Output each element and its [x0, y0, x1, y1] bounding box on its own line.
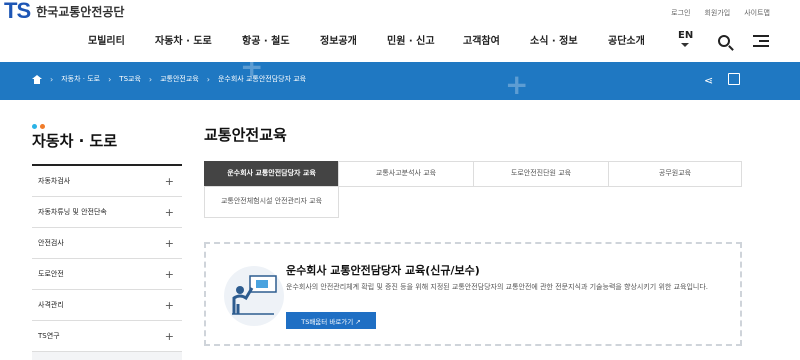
home-icon[interactable] [32, 74, 42, 84]
card-description: 운수회사의 안전관리체계 확립 및 증진 등을 위해 지정된 교통안전담당자의 … [286, 283, 708, 291]
sidebar-item-qualification[interactable]: 사격관리 + [32, 290, 182, 321]
gnb-participation[interactable]: 고객참여 [463, 32, 500, 47]
gnb-air-rail[interactable]: 항공 · 철도 [242, 32, 290, 47]
sidebar-next-item [32, 352, 182, 360]
sitemap-link[interactable]: 사이트맵 [744, 8, 770, 18]
plus-decoration-icon: + [505, 68, 529, 100]
gnb-mobility[interactable]: 모빌리티 [88, 32, 125, 47]
print-icon[interactable] [728, 73, 740, 85]
sidebar-title: 자동차 · 도로 [32, 132, 118, 150]
sidebar-item-label: 안전검사 [38, 239, 64, 247]
breadcrumb-item[interactable]: 교통안전교육 [160, 74, 199, 84]
gnb-info-disclosure[interactable]: 정보공개 [320, 32, 357, 47]
sidebar-item-label: 자동차튜닝 및 안전단속 [38, 208, 107, 216]
gnb-car-road[interactable]: 자동차 · 도로 [155, 32, 212, 47]
search-icon[interactable] [718, 35, 730, 47]
sidebar-item-tuning[interactable]: 자동차튜닝 및 안전단속 + [32, 197, 182, 228]
breadcrumb-item[interactable]: TS교육 [119, 74, 141, 84]
chevron-right-icon: › [108, 74, 112, 84]
title-dots [32, 124, 45, 129]
lecture-icon [224, 266, 284, 326]
sidebar-item-label: 사격관리 [38, 301, 64, 309]
course-card: 운수회사 교통안전담당자 교육(신규/보수) 운수회사의 안전관리체계 확립 및… [204, 242, 742, 346]
plus-icon: + [164, 267, 174, 281]
sidebar-menu: 자동차검사 + 자동차튜닝 및 안전단속 + 안전검사 + 도로안전 + 사격관… [32, 164, 182, 352]
sidebar-item-ts-research[interactable]: TS연구 + [32, 321, 182, 352]
hamburger-menu-icon[interactable] [753, 35, 769, 47]
breadcrumb: › 자동차 · 도로 › TS교육 › 교통안전교육 › 운수회사 교통안전담당… [32, 74, 306, 84]
plus-icon: + [164, 205, 174, 219]
breadcrumb-item[interactable]: 자동차 · 도로 [61, 74, 100, 84]
chevron-right-icon: › [206, 74, 210, 84]
card-title: 운수회사 교통안전담당자 교육(신규/보수) [286, 264, 480, 277]
ts-learning-button[interactable]: TS배움터 바로가기 ↗ [286, 312, 376, 329]
plus-icon: + [164, 298, 174, 312]
sidebar-item-road-safety[interactable]: 도로안전 + [32, 259, 182, 290]
login-link[interactable]: 로그인 [671, 8, 690, 18]
gnb-news[interactable]: 소식 · 정보 [530, 32, 578, 47]
tab-road-safety-diagnosis[interactable]: 도로안전진단원 교육 [473, 161, 609, 187]
breadcrumb-item[interactable]: 운수회사 교통안전담당자 교육 [218, 74, 306, 84]
tab-accident-analyst[interactable]: 교통사고분석사 교육 [338, 161, 474, 187]
logo-text: 한국교통안전공단 [36, 4, 125, 19]
site-logo[interactable]: TS 한국교통안전공단 [4, 0, 124, 22]
language-toggle[interactable]: EN [678, 30, 693, 41]
tab-transport-safety-officer[interactable]: 운수회사 교통안전담당자 교육 [204, 161, 339, 187]
dot [32, 124, 37, 129]
plus-icon: + [164, 236, 174, 250]
chevron-right-icon: › [50, 74, 54, 84]
gnb-about[interactable]: 공단소개 [608, 32, 645, 47]
chevron-down-icon [681, 43, 689, 49]
utility-links: 로그인 회원가입 사이트맵 [671, 8, 770, 18]
share-icon[interactable]: ⋖ [704, 74, 713, 87]
plus-icon: + [164, 174, 174, 188]
sidebar-item-safety-inspection[interactable]: 안전검사 + [32, 228, 182, 259]
sidebar-item-label: 도로안전 [38, 270, 64, 278]
gnb-complaint[interactable]: 민원 · 신고 [387, 32, 435, 47]
tab-experience-facility[interactable]: 교통안전체험시설 안전관리자 교육 [204, 186, 339, 218]
chevron-right-icon: › [148, 74, 153, 84]
plus-icon: + [164, 329, 174, 343]
page-title: 교통안전교육 [204, 126, 287, 144]
tab-public-official[interactable]: 공무원교육 [608, 161, 742, 187]
sidebar-item-car-inspection[interactable]: 자동차검사 + [32, 166, 182, 197]
signup-link[interactable]: 회원가입 [704, 8, 730, 18]
sidebar-item-label: 자동차검사 [38, 177, 71, 185]
dot [40, 124, 45, 129]
sidebar-item-label: TS연구 [38, 332, 60, 340]
breadcrumb-band: + + › 자동차 · 도로 › TS교육 › 교통안전교육 › 운수회사 교통… [0, 62, 800, 100]
logo-mark: TS [4, 0, 31, 23]
